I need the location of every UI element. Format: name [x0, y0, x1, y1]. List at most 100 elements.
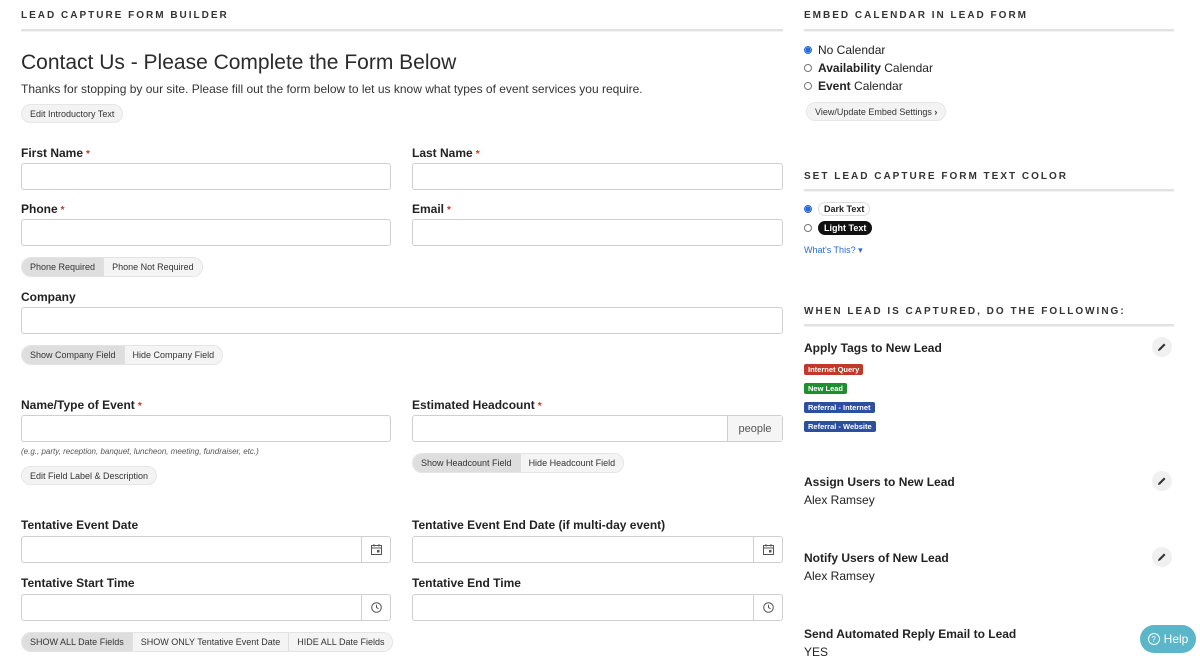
event-date-label: Tentative Event Date: [21, 518, 139, 532]
phone-required-toggle: Phone Required Phone Not Required: [21, 257, 203, 277]
option-bold-text: Event: [818, 78, 851, 93]
radio-button[interactable]: [804, 81, 812, 90]
end-time-label: Tentative End Time: [412, 576, 521, 590]
pencil-icon: [1158, 343, 1166, 351]
notify-users-value: Alex Ramsey: [804, 569, 875, 583]
section-divider: [21, 29, 783, 32]
chevron-right-icon: ›: [934, 107, 938, 117]
show-all-dates-option[interactable]: SHOW ALL Date Fields: [22, 633, 132, 651]
edit-assign-users-button[interactable]: [1152, 471, 1172, 491]
headcount-input[interactable]: [413, 416, 727, 441]
hide-all-dates-option[interactable]: HIDE ALL Date Fields: [288, 633, 393, 651]
tag-internet-query: Internet Query: [804, 359, 864, 377]
auto-reply-label: Send Automated Reply Email to Lead: [804, 627, 1017, 641]
dark-text-option[interactable]: Dark Text: [804, 202, 871, 216]
last-name-label: Last Name *: [412, 146, 480, 160]
tag-label: Internet Query: [804, 364, 864, 375]
radio-button[interactable]: [804, 205, 812, 213]
question-circle-icon: ?: [1147, 633, 1160, 645]
email-input[interactable]: [412, 219, 783, 246]
auto-reply-value: YES: [804, 645, 829, 659]
start-time-input[interactable]: [22, 595, 361, 620]
event-end-date-input-group: [412, 536, 783, 563]
company-input[interactable]: [21, 307, 783, 334]
company-label: Company: [21, 290, 76, 304]
headcount-unit-text: people: [738, 422, 772, 435]
headcount-field-toggle: Show Headcount Field Hide Headcount Fiel…: [412, 453, 625, 473]
assign-users-label: Assign Users to New Lead: [804, 475, 955, 489]
phone-not-required-option[interactable]: Phone Not Required: [103, 258, 202, 276]
tag-referral-internet: Referral - Internet: [804, 397, 875, 415]
show-headcount-option[interactable]: Show Headcount Field: [413, 454, 520, 472]
lead-captured-section-title: WHEN LEAD IS CAPTURED, DO THE FOLLOWING:: [804, 306, 1126, 317]
edit-intro-button[interactable]: Edit Introductory Text: [21, 104, 124, 123]
clock-icon[interactable]: [753, 595, 782, 620]
event-date-input-group: [21, 536, 391, 563]
tag-label: Referral - Website: [804, 421, 876, 432]
edit-field-label-button[interactable]: Edit Field Label & Description: [21, 466, 158, 485]
help-button[interactable]: ? Help: [1140, 625, 1196, 653]
calendar-option-availability[interactable]: Availability Calendar: [804, 59, 933, 77]
whats-this-text: What's This?: [804, 245, 856, 255]
event-end-date-input[interactable]: [413, 537, 753, 562]
radio-button[interactable]: [804, 63, 812, 72]
notify-users-label: Notify Users of New Lead: [804, 551, 949, 565]
date-fields-toggle: SHOW ALL Date Fields SHOW ONLY Tentative…: [21, 632, 394, 652]
first-name-input[interactable]: [21, 163, 391, 190]
pencil-icon: [1158, 477, 1166, 485]
view-embed-settings-button[interactable]: View/Update Embed Settings ›: [806, 102, 947, 121]
event-type-hint: (e.g., party, reception, banquet, lunche…: [21, 447, 259, 456]
end-time-input[interactable]: [413, 595, 753, 620]
calendar-icon[interactable]: [753, 537, 782, 562]
phone-input[interactable]: [21, 219, 391, 246]
caret-down-icon: ▾: [855, 245, 863, 255]
form-intro-text: Thanks for stopping by our site. Please …: [21, 82, 643, 96]
whats-this-link[interactable]: What's This? ▾: [804, 245, 863, 256]
dark-text-pill: Dark Text: [818, 202, 871, 216]
email-label: Email *: [412, 202, 451, 216]
start-time-input-group: [21, 594, 391, 621]
company-field-toggle: Show Company Field Hide Company Field: [21, 345, 224, 365]
event-type-input[interactable]: [21, 415, 391, 442]
show-only-event-date-option[interactable]: SHOW ONLY Tentative Event Date: [131, 633, 289, 651]
end-time-input-group: [412, 594, 783, 621]
edit-notify-users-button[interactable]: [1152, 547, 1172, 567]
calendar-option-event[interactable]: Event Calendar: [804, 77, 903, 95]
view-embed-settings-label: View/Update Embed Settings: [815, 107, 932, 117]
headcount-label: Estimated Headcount *: [412, 398, 542, 412]
last-name-input[interactable]: [412, 163, 783, 190]
calendar-icon[interactable]: [361, 537, 390, 562]
option-text: Calendar: [850, 78, 903, 93]
light-text-option[interactable]: Light Text: [804, 221, 873, 235]
tag-referral-website: Referral - Website: [804, 416, 876, 434]
option-text: Calendar: [880, 60, 933, 75]
event-type-label: Name/Type of Event *: [21, 398, 142, 412]
hide-headcount-option[interactable]: Hide Headcount Field: [519, 454, 624, 472]
clock-icon[interactable]: [361, 595, 390, 620]
event-end-date-label: Tentative Event End Date (if multi-day e…: [412, 518, 666, 532]
radio-button[interactable]: [804, 224, 812, 232]
radio-button[interactable]: [804, 45, 812, 54]
section-divider: [804, 189, 1174, 192]
event-date-input[interactable]: [22, 537, 361, 562]
light-text-pill: Light Text: [818, 221, 873, 235]
phone-required-option[interactable]: Phone Required: [22, 258, 104, 276]
tag-new-lead: New Lead: [804, 378, 848, 396]
show-company-option[interactable]: Show Company Field: [22, 346, 124, 364]
start-time-label: Tentative Start Time: [21, 576, 135, 590]
pencil-icon: [1158, 553, 1166, 561]
hide-company-option[interactable]: Hide Company Field: [123, 346, 223, 364]
assign-users-value: Alex Ramsey: [804, 493, 875, 507]
tag-label: Referral - Internet: [804, 402, 875, 413]
headcount-input-group: people: [412, 415, 783, 442]
form-heading: Contact Us - Please Complete the Form Be…: [21, 51, 457, 74]
help-label: Help: [1163, 632, 1189, 646]
edit-tags-button[interactable]: [1152, 337, 1172, 357]
section-divider: [804, 29, 1174, 32]
phone-label: Phone *: [21, 202, 65, 216]
option-bold-text: Availability: [818, 60, 881, 75]
form-builder-section-title: LEAD CAPTURE FORM BUILDER: [21, 10, 229, 21]
option-text: No Calendar: [818, 42, 886, 57]
calendar-option-none[interactable]: No Calendar: [804, 41, 885, 59]
tag-label: New Lead: [804, 383, 848, 394]
